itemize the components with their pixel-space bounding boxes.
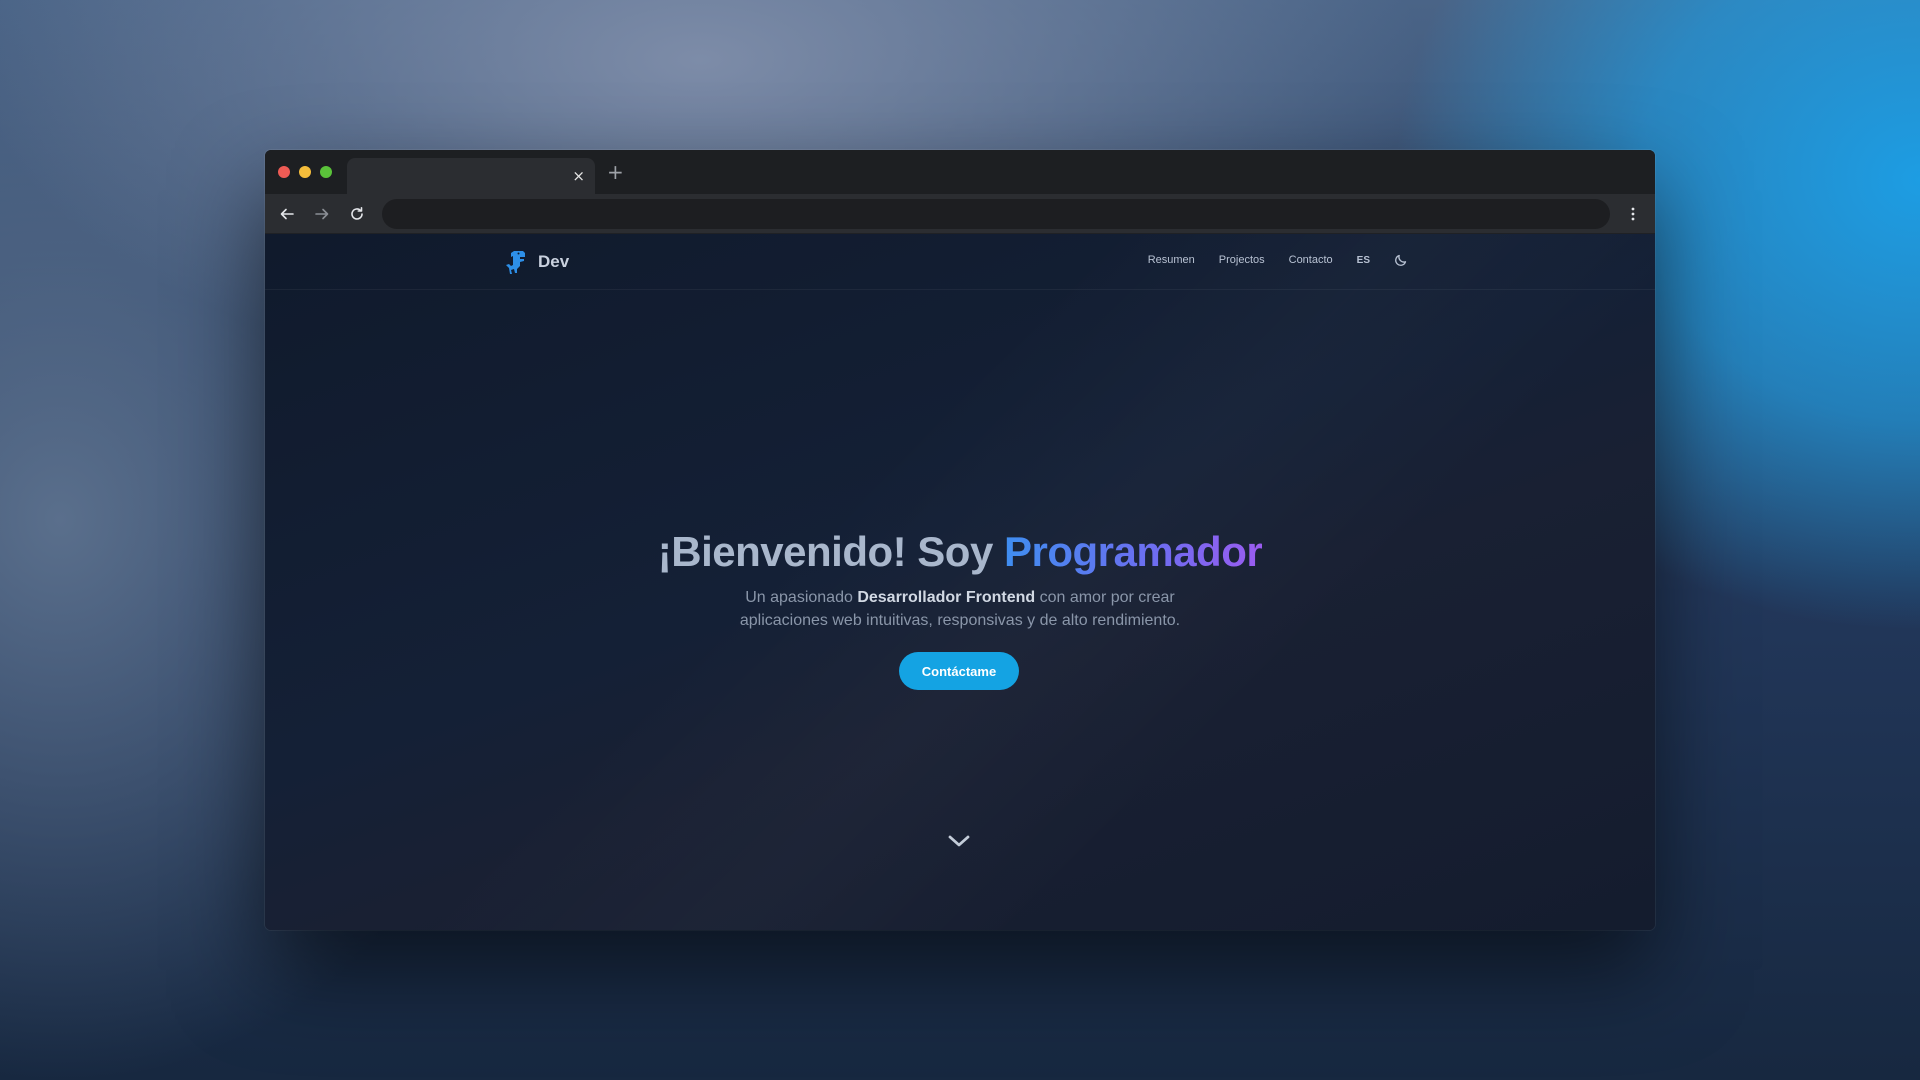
chevron-down-icon[interactable]: [946, 832, 972, 850]
browser-titlebar: × +: [265, 150, 1655, 194]
tab-close-icon[interactable]: ×: [572, 167, 585, 185]
browser-tab[interactable]: ×: [347, 158, 595, 194]
hero-section: ¡Bienvenido! Soy Programador Un apasiona…: [265, 234, 1655, 930]
hero-title-accent: Programador: [1003, 528, 1263, 575]
address-bar[interactable]: [382, 199, 1610, 229]
web-page: Dev Resumen Projectos Contacto ES ¡Bienv…: [265, 234, 1655, 930]
arrow-left-icon: [280, 208, 294, 220]
forward-button[interactable]: [310, 202, 334, 226]
contact-button[interactable]: Contáctame: [899, 652, 1019, 690]
kebab-menu-icon: [1631, 207, 1635, 221]
browser-window: × + Dev Resumen Projectos Contacto ES ¡B…: [265, 150, 1655, 930]
hero-subtitle: Un apasionado Desarrollador Frontend con…: [265, 586, 1655, 632]
hero-sub-after: con amor por crear: [1035, 589, 1175, 606]
back-button[interactable]: [275, 202, 299, 226]
browser-toolbar: [265, 194, 1655, 234]
hero-title-prefix: ¡Bienvenido! Soy: [657, 528, 1004, 575]
hero-sub-before: Un apasionado: [745, 589, 858, 606]
reload-icon: [351, 207, 363, 220]
close-window-button[interactable]: [278, 166, 290, 178]
hero-sub-bold: Desarrollador Frontend: [857, 589, 1036, 606]
window-controls: [278, 166, 332, 178]
browser-menu-button[interactable]: [1621, 202, 1645, 226]
reload-button[interactable]: [345, 202, 369, 226]
minimize-window-button[interactable]: [299, 166, 311, 178]
new-tab-button[interactable]: +: [607, 161, 624, 183]
hero-sub-line2: aplicaciones web intuitivas, responsivas…: [739, 612, 1181, 629]
hero-title: ¡Bienvenido! Soy Programador: [265, 528, 1655, 576]
maximize-window-button[interactable]: [320, 166, 332, 178]
arrow-right-icon: [315, 208, 329, 220]
